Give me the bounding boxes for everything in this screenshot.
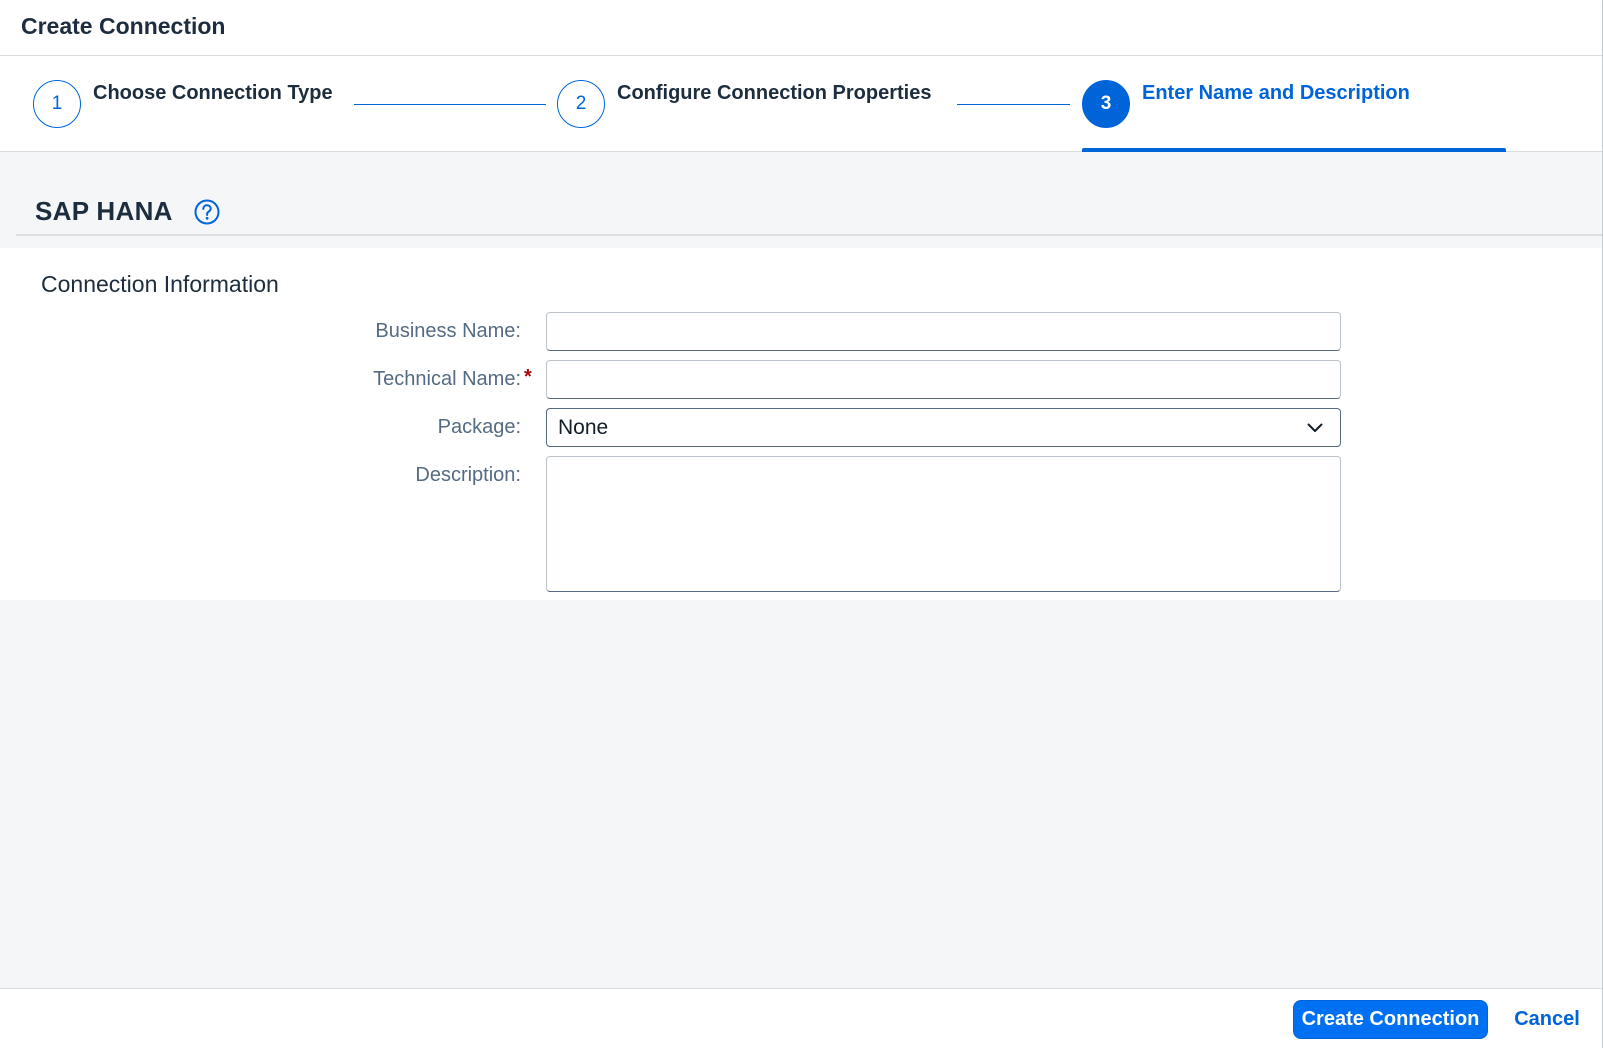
wizard-step-separator-1: [354, 104, 546, 105]
connection-type-title: SAP HANA: [35, 196, 173, 226]
required-indicator: *: [524, 366, 532, 388]
form-heading: Connection Information: [41, 271, 279, 297]
connection-information-form: Connection Information Business Name: Te…: [0, 248, 1602, 600]
cancel-button[interactable]: Cancel: [1502, 1000, 1592, 1039]
wizard-progress-bar: 1 Choose Connection Type 2 Configure Con…: [0, 56, 1602, 152]
business-name-label: Business Name:: [375, 320, 521, 342]
package-select[interactable]: None: [546, 408, 1341, 447]
create-connection-dialog: Create Connection 1 Choose Connection Ty…: [0, 0, 1603, 1048]
help-circle-icon[interactable]: [194, 199, 220, 225]
technical-name-input[interactable]: [546, 360, 1341, 399]
technical-name-label: Technical Name:: [373, 368, 521, 390]
dialog-footer: Create Connection Cancel: [0, 988, 1602, 1048]
wizard-step-separator-2: [957, 104, 1070, 105]
create-connection-button[interactable]: Create Connection: [1293, 1000, 1488, 1039]
business-name-input[interactable]: [546, 312, 1341, 351]
package-label: Package:: [437, 416, 521, 438]
wizard-step-1-indicator[interactable]: 1: [33, 80, 81, 128]
wizard-step-3-indicator[interactable]: 3: [1082, 80, 1130, 128]
package-selected-value: None: [558, 415, 609, 439]
wizard-step-1-label[interactable]: Choose Connection Type: [93, 82, 333, 105]
dialog-header: Create Connection: [0, 0, 1602, 56]
description-label: Description:: [415, 464, 521, 486]
wizard-step-3-label[interactable]: Enter Name and Description: [1142, 82, 1410, 105]
dialog-title: Create Connection: [21, 13, 226, 39]
active-step-underline: [1082, 148, 1506, 152]
section-header: SAP HANA: [16, 180, 1602, 236]
chevron-down-icon[interactable]: [1305, 418, 1325, 438]
wizard-step-2-label[interactable]: Configure Connection Properties: [617, 82, 931, 105]
wizard-step-2-indicator[interactable]: 2: [557, 80, 605, 128]
description-textarea[interactable]: [546, 456, 1341, 592]
